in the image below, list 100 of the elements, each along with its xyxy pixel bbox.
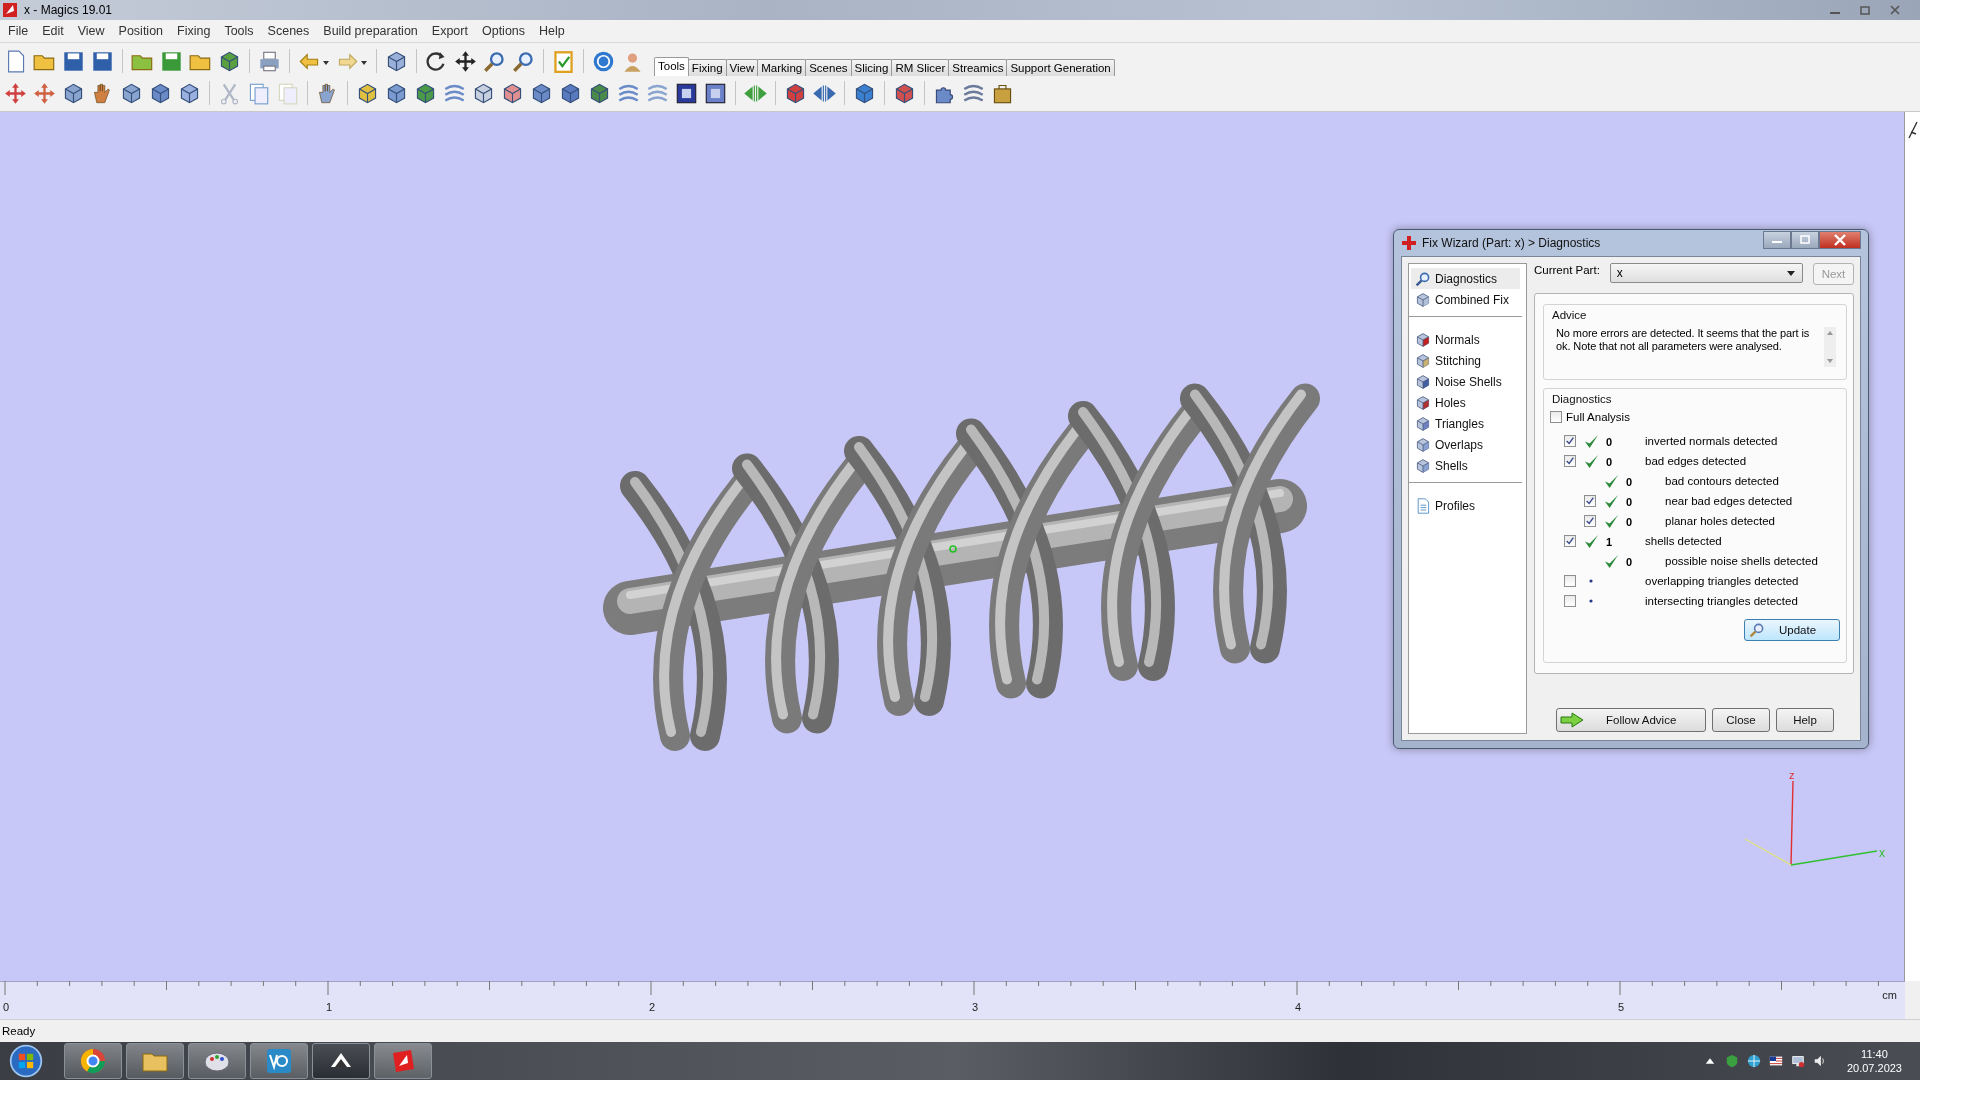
square-icon[interactable] [675,82,698,105]
zoom-icon[interactable] [483,50,506,73]
clock-date[interactable]: 20.07.2023 [1846,1061,1902,1075]
move-icon[interactable] [454,50,477,73]
globe-icon[interactable] [1746,1054,1761,1068]
menu-item[interactable]: Fixing [177,24,211,38]
wizard-step[interactable]: Stitching [1411,350,1520,371]
clipboard-check-icon[interactable] [552,50,575,73]
cube-icon[interactable] [501,82,524,105]
dialog-button[interactable]: Close [1712,708,1770,732]
menu-item[interactable]: Scenes [267,24,310,38]
checkbox[interactable] [1564,535,1576,547]
toolbar-tab[interactable]: Fixing [687,59,727,76]
close-icon[interactable] [1819,231,1861,249]
checkbox[interactable] [1564,455,1576,467]
toolbar-tab[interactable]: Tools [654,57,689,76]
cube-icon[interactable] [178,82,201,105]
wizard-step[interactable]: Triangles [1411,413,1520,434]
diagnostic-label: inverted normals detected [1645,435,1778,447]
checkbox[interactable] [1584,515,1596,527]
taskbar-button[interactable] [312,1043,370,1079]
wizard-step[interactable]: Shells [1411,455,1520,476]
toolbar-tab[interactable]: Marking [757,59,807,76]
menu-item[interactable]: Tools [224,24,254,38]
wizard-step[interactable]: Noise Shells [1411,371,1520,392]
wizard-step[interactable]: Diagnostics [1411,268,1520,289]
menu-item[interactable]: File [8,24,29,38]
cube-icon [1415,394,1431,411]
cube-icon[interactable] [385,50,408,73]
flag-icon[interactable] [1768,1054,1783,1068]
count-value: 0 [1626,516,1633,528]
cube-icon[interactable] [559,82,582,105]
cube-icon[interactable] [62,82,85,105]
cube-icon[interactable] [853,82,876,105]
scrollbar[interactable] [1824,327,1836,367]
cube-icon[interactable] [218,50,241,73]
printer-icon[interactable] [258,50,281,73]
cube-icon[interactable] [149,82,172,105]
checkbox-label: Full Analysis [1566,411,1630,423]
caret-icon[interactable] [1786,268,1796,278]
maximize-icon[interactable] [1791,231,1819,249]
toolbar-tab[interactable]: Streamics [948,59,1008,76]
help-icon[interactable] [592,50,615,73]
count-value: 0 [1606,436,1613,448]
cube-icon [1415,373,1431,390]
wizard-step[interactable]: Holes [1411,392,1520,413]
update-button[interactable]: Update [1744,619,1840,641]
network-icon[interactable] [1790,1054,1805,1068]
minimize-icon[interactable] [1763,231,1791,249]
menu-item[interactable]: View [77,24,105,38]
cube-icon[interactable] [588,82,611,105]
checkbox[interactable] [1564,435,1576,447]
app-icon [265,1047,293,1075]
dialog-button[interactable]: Follow Advice [1556,708,1706,732]
cube-icon[interactable] [784,82,807,105]
ruler-label: 3 [972,1001,979,1013]
wizard-step[interactable]: Combined Fix [1411,289,1520,310]
app-logo-icon [2,2,18,18]
dialog-button[interactable]: Help [1776,708,1834,732]
menu-item[interactable]: Help [539,24,565,38]
speaker-icon[interactable] [1812,1054,1827,1068]
menu-item[interactable]: Position [118,24,164,38]
cube-icon[interactable] [385,82,408,105]
arrow-icon [1560,712,1584,728]
menu-item[interactable]: Edit [42,24,64,38]
wizard-step[interactable]: Profiles [1411,495,1520,516]
toolbar-tab[interactable]: Scenes [805,59,852,76]
shield-icon[interactable] [1724,1054,1739,1068]
checkbox[interactable] [1550,411,1562,423]
zoom-icon[interactable] [512,50,535,73]
toolbar-tab[interactable]: Slicing [850,59,893,76]
checkbox[interactable] [1564,575,1576,587]
wizard-step[interactable]: Normals [1411,329,1520,350]
arrows-icon[interactable] [744,82,767,105]
cube-icon[interactable] [120,82,143,105]
toolbar-tab[interactable]: RM Slicer [891,59,950,76]
taskbar-button[interactable] [250,1043,308,1079]
wizard-step[interactable]: Overlaps [1411,434,1520,455]
cube-icon[interactable] [893,82,916,105]
square-icon[interactable] [704,82,727,105]
arrows-icon[interactable] [813,82,836,105]
checkbox[interactable] [1584,495,1596,507]
diagnostic-label: bad contours detected [1665,475,1779,487]
menu-item[interactable]: Build preparation [323,24,418,38]
clock-time[interactable]: 11:40 [1861,1047,1888,1061]
bag-icon[interactable] [991,82,1014,105]
cube-icon[interactable] [414,82,437,105]
checkbox[interactable] [1564,595,1576,607]
cube-icon[interactable] [530,82,553,105]
part-dropdown[interactable]: x [1609,263,1803,283]
field-label: Current Part: [1534,263,1600,276]
diagnostic-label: intersecting triangles detected [1645,595,1798,607]
cube-icon[interactable] [356,82,379,105]
menu-item[interactable]: Export [431,24,468,38]
toolbar-tab[interactable]: Support Generation [1006,59,1115,76]
menu-item[interactable]: Options [481,24,526,38]
cube-icon[interactable] [472,82,495,105]
document-icon[interactable] [247,82,270,105]
taskbar-button[interactable] [64,1043,122,1079]
cube-icon [1415,415,1431,432]
